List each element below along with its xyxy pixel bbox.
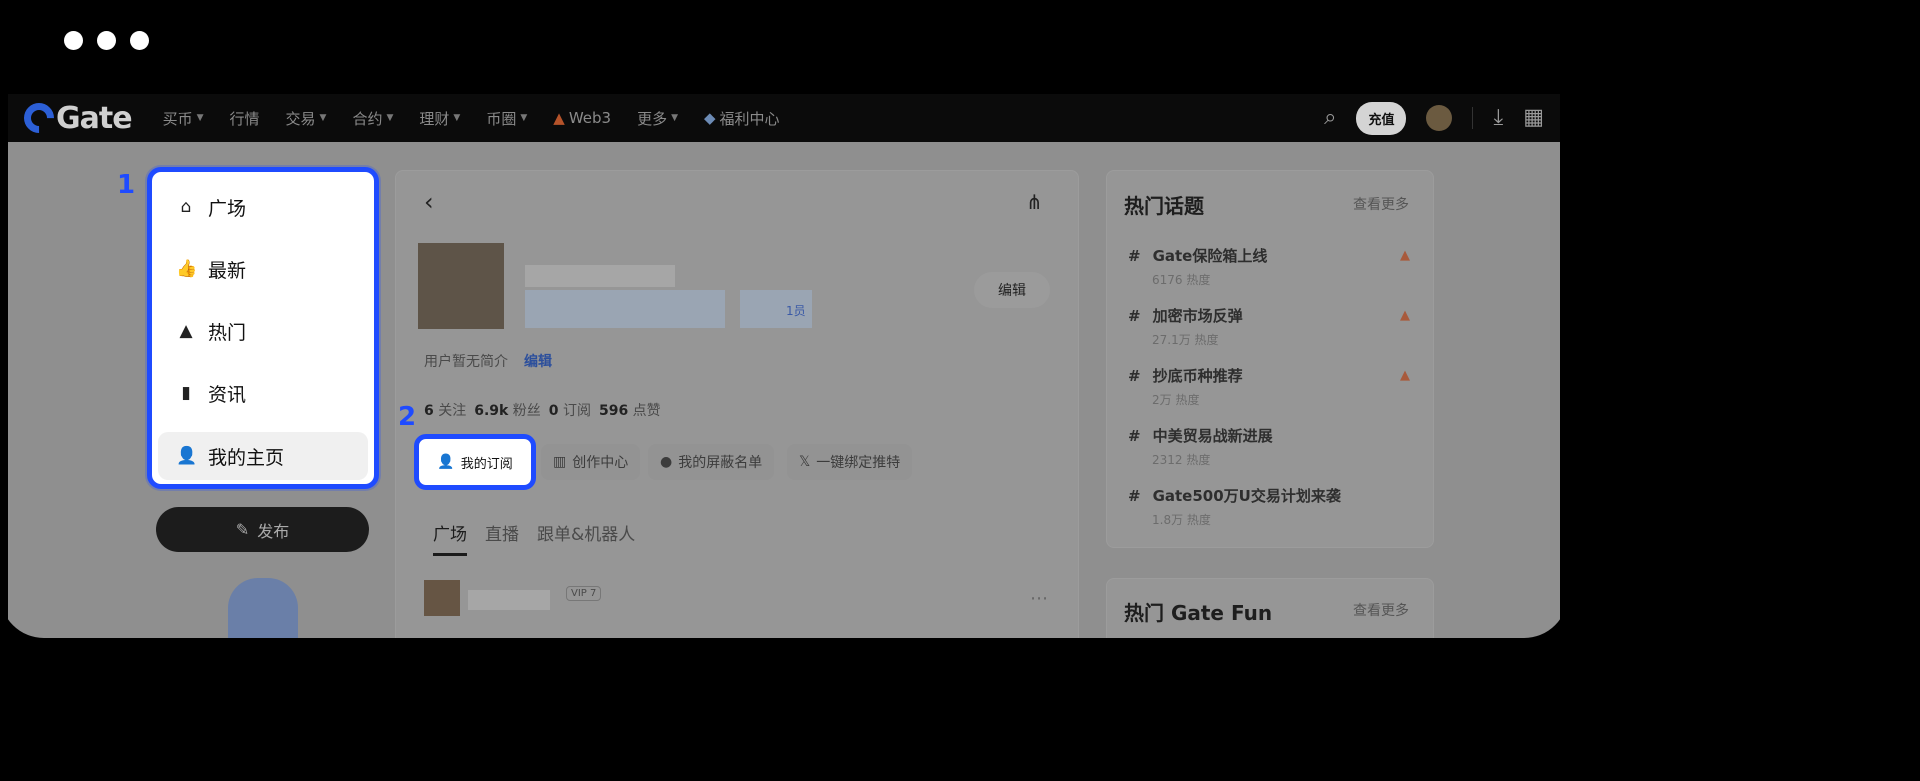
bio-edit-link[interactable]: 编辑 bbox=[524, 351, 552, 371]
flame-icon: ▲ bbox=[1400, 368, 1410, 383]
publish-button[interactable]: ✎ 发布 bbox=[156, 507, 369, 552]
grid-menu-icon[interactable]: ▦ bbox=[1523, 107, 1544, 129]
nav-item-earn[interactable]: 理财 ▼ bbox=[419, 108, 460, 129]
flame-icon: ▲ bbox=[553, 109, 565, 127]
member-tag-label: 1员 bbox=[786, 304, 806, 318]
edit-profile-button[interactable]: 编辑 bbox=[974, 272, 1050, 308]
flame-icon: ▲ bbox=[1400, 248, 1410, 263]
my-subscriptions-button[interactable]: 👤 我的订阅 bbox=[414, 434, 536, 490]
username-blurred bbox=[525, 265, 675, 287]
chevron-down-icon: ▼ bbox=[671, 113, 678, 123]
flame-icon: ▲ bbox=[179, 321, 193, 341]
topic-item[interactable]: # Gate500万U交易计划来袭 1.8万 热度 bbox=[1128, 485, 1341, 528]
nav-item-rewards[interactable]: ◆ 福利中心 bbox=[704, 108, 780, 129]
user-icon: 👤 bbox=[176, 446, 198, 466]
chevron-down-icon: ▼ bbox=[520, 113, 528, 123]
nav-item-trade[interactable]: 交易 ▼ bbox=[286, 108, 327, 129]
hot-topics-more-link[interactable]: 查看更多 bbox=[1353, 194, 1409, 214]
sidebar-item-label: 资讯 bbox=[208, 383, 247, 406]
profile-avatar bbox=[418, 243, 504, 329]
window-dot[interactable] bbox=[97, 31, 116, 50]
logo-text: Gate bbox=[56, 100, 133, 136]
search-icon[interactable]: ⌕ bbox=[1324, 107, 1336, 129]
window-dot[interactable] bbox=[130, 31, 149, 50]
deposit-button[interactable]: 充值 bbox=[1356, 101, 1407, 135]
window-dot[interactable] bbox=[64, 31, 83, 50]
share-icon[interactable]: ⋔ bbox=[1026, 190, 1043, 214]
user-plus-icon: 👤 bbox=[437, 454, 455, 470]
tab-copy-bots[interactable]: 跟单&机器人 bbox=[537, 520, 635, 556]
publish-label: 发布 bbox=[257, 521, 290, 541]
topic-item[interactable]: # Gate保险箱上线 6176 热度 bbox=[1128, 245, 1267, 288]
divider bbox=[1472, 107, 1474, 129]
sidebar-item-label: 广场 bbox=[208, 197, 247, 220]
stat-fans[interactable]: 6.9k 粉丝 bbox=[474, 400, 541, 420]
chevron-down-icon: ▼ bbox=[319, 113, 327, 123]
user-bio: 用户暂无简介 bbox=[424, 354, 508, 370]
gate-fun-more-link[interactable]: 查看更多 bbox=[1353, 600, 1409, 620]
stat-likes: 596 点赞 bbox=[598, 403, 661, 419]
back-arrow-icon[interactable]: ‹ bbox=[424, 188, 434, 216]
chevron-down-icon: ▼ bbox=[386, 113, 394, 123]
chart-icon: ▥ bbox=[553, 454, 567, 470]
hot-topics-title: 热门话题 bbox=[1124, 194, 1204, 218]
sidebar-item-label: 我的主页 bbox=[208, 446, 285, 469]
topic-item[interactable]: # 抄底币种推荐 2万 热度 bbox=[1128, 365, 1243, 408]
download-icon[interactable]: ⤓ bbox=[1493, 107, 1503, 129]
nav-item-futures[interactable]: 合约 ▼ bbox=[352, 108, 393, 129]
gift-box-icon: ◆ bbox=[704, 109, 716, 127]
vip-badge: VIP 7 bbox=[566, 586, 602, 601]
nav-item-markets[interactable]: 行情 bbox=[230, 108, 260, 129]
gate-logo-icon bbox=[17, 96, 61, 140]
pencil-icon: ✎ bbox=[235, 520, 250, 539]
post-avatar bbox=[424, 580, 460, 616]
x-logo-icon: 𝕏 bbox=[799, 454, 811, 470]
sidebar-item-latest[interactable]: 👍 最新 bbox=[158, 238, 368, 300]
post-username-blurred bbox=[468, 590, 550, 610]
sidebar-item-hot[interactable]: ▲ 热门 bbox=[158, 300, 368, 362]
nav-item-more[interactable]: 更多 ▼ bbox=[637, 108, 678, 129]
profile-tabs: 广场 直播 跟单&机器人 bbox=[433, 520, 635, 556]
tab-live[interactable]: 直播 bbox=[485, 520, 519, 556]
nav-right-tools: ⌕ 充值 ⤓ ▦ bbox=[1324, 101, 1544, 135]
block-list-button[interactable]: ● 我的屏蔽名单 bbox=[648, 444, 775, 480]
bind-twitter-button[interactable]: 𝕏 一键绑定推特 bbox=[787, 444, 913, 480]
callout-number-1: 1 bbox=[117, 170, 136, 200]
gate-logo[interactable]: Gate bbox=[17, 96, 133, 140]
mascot-illustration bbox=[228, 578, 298, 638]
top-navbar: Gate 买币 ▼ 行情 交易 ▼ 合约 ▼ 理财 ▼ 币圈 ▼ ▲ Web3 更多 ▼ ◆ 福… bbox=[8, 94, 1560, 142]
sidebar-item-label: 热门 bbox=[208, 321, 247, 344]
stat-subscriptions[interactable]: 0 订阅 bbox=[549, 400, 591, 420]
home-icon: ⌂ bbox=[180, 197, 192, 217]
browser-window: Gate 买币 ▼ 行情 交易 ▼ 合约 ▼ 理财 ▼ 币圈 ▼ ▲ Web3 更多 ▼ ◆ 福… bbox=[0, 0, 1568, 638]
nav-item-square[interactable]: 币圈 ▼ bbox=[486, 108, 527, 129]
sidebar-item-news[interactable]: ▮ 资讯 bbox=[158, 362, 368, 424]
profile-stats: 6 关注 6.9k 粉丝 0 订阅 596 点赞 bbox=[424, 400, 661, 420]
user-tags-blurred bbox=[525, 290, 725, 328]
avatar[interactable] bbox=[1426, 105, 1453, 131]
window-controls bbox=[64, 31, 149, 50]
tab-square[interactable]: 广场 bbox=[433, 520, 467, 556]
book-icon: ▮ bbox=[181, 383, 191, 403]
sidebar-item-label: 最新 bbox=[208, 259, 247, 282]
nav-item-web3[interactable]: ▲ Web3 bbox=[553, 109, 611, 127]
sidebar-item-square[interactable]: ⌂ 广场 bbox=[158, 176, 368, 238]
my-subscriptions-label: 我的订阅 bbox=[460, 456, 513, 472]
user-block-icon: ● bbox=[660, 454, 673, 470]
nav-item-buy[interactable]: 买币 ▼ bbox=[163, 108, 204, 129]
stat-following[interactable]: 6 关注 bbox=[424, 400, 466, 420]
callout-number-2: 2 bbox=[398, 402, 417, 432]
sidebar-item-my-homepage[interactable]: 👤 我的主页 bbox=[158, 432, 368, 480]
thumbs-up-icon: 👍 bbox=[176, 259, 198, 279]
left-sidebar-menu: ⌂ 广场 👍 最新 ▲ 热门 ▮ 资讯 👤 我的主页 bbox=[147, 167, 379, 489]
topic-item[interactable]: # 中美贸易战新进展 2312 热度 bbox=[1128, 425, 1273, 468]
gate-fun-title: 热门 Gate Fun bbox=[1124, 601, 1273, 625]
more-options-icon[interactable]: ⋯ bbox=[1030, 588, 1048, 609]
chevron-down-icon: ▼ bbox=[453, 113, 461, 123]
creator-center-button[interactable]: ▥ 创作中心 bbox=[541, 444, 641, 480]
chevron-down-icon: ▼ bbox=[196, 113, 204, 123]
flame-icon: ▲ bbox=[1400, 308, 1410, 323]
topic-item[interactable]: # 加密市场反弹 27.1万 热度 bbox=[1128, 305, 1243, 348]
